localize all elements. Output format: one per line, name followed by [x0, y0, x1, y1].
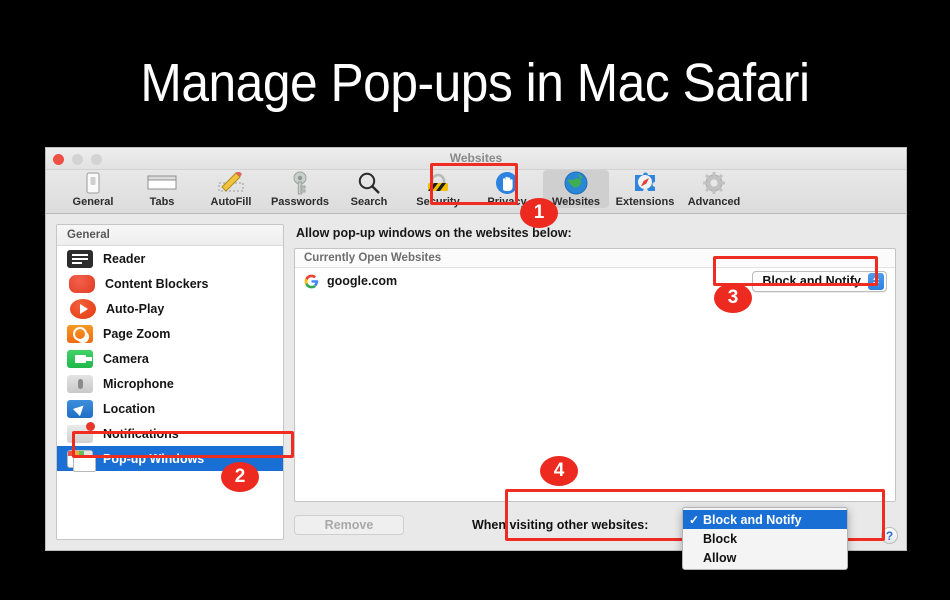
tab-tabs-label: Tabs: [149, 196, 175, 208]
extensions-icon: [632, 171, 658, 195]
window-title: Websites: [449, 151, 503, 165]
settings-main-panel: Allow pop-up windows on the websites bel…: [294, 224, 896, 570]
sidebar-item-notifications[interactable]: Notifications: [57, 421, 283, 446]
tab-extensions-label: Extensions: [615, 196, 675, 208]
camera-icon: [67, 349, 93, 368]
sidebar-item-content-blockers[interactable]: Content Blockers: [57, 271, 283, 296]
sidebar-item-page-zoom[interactable]: Page Zoom: [57, 321, 283, 346]
websites-list: Currently Open Websites google.com Block…: [294, 248, 896, 502]
menu-item-label: Allow: [703, 550, 737, 565]
sidebar-item-label: Location: [103, 401, 156, 416]
tab-tabs[interactable]: Tabs: [129, 170, 195, 208]
sidebar-item-label: Content Blockers: [105, 276, 209, 291]
tab-security[interactable]: Security: [405, 170, 471, 208]
general-icon: [83, 171, 103, 195]
tabs-icon: [147, 171, 177, 195]
menu-item-block[interactable]: Block: [683, 529, 847, 548]
sidebar-item-microphone[interactable]: Microphone: [57, 371, 283, 396]
menu-item-allow[interactable]: Allow: [683, 548, 847, 567]
tab-passwords[interactable]: Passwords: [267, 170, 333, 208]
menu-item-block-and-notify[interactable]: ✓ Block and Notify: [683, 510, 847, 529]
panel-footer: Remove When visiting other websites: ✓ B…: [294, 507, 896, 570]
security-icon: [425, 171, 451, 195]
page-title: Manage Pop-ups in Mac Safari: [140, 53, 810, 113]
tab-websites-label: Websites: [551, 196, 601, 208]
menu-item-label: Block and Notify: [703, 512, 802, 527]
tab-autofill-label: AutoFill: [210, 196, 252, 208]
sidebar-header: General: [57, 225, 283, 246]
list-section-header: Currently Open Websites: [295, 249, 895, 268]
site-name: google.com: [327, 274, 398, 288]
sidebar-item-label: Microphone: [103, 376, 174, 391]
annotation-badge-4: 4: [540, 456, 578, 486]
privacy-icon: [495, 171, 519, 195]
sidebar-item-label: Camera: [103, 351, 149, 366]
remove-button[interactable]: Remove: [294, 515, 404, 535]
check-icon: ✓: [689, 512, 700, 527]
menu-item-label: Block: [703, 531, 738, 546]
preferences-body: General Reader Content Blockers Auto-Pla…: [46, 214, 906, 570]
window-titlebar: Websites: [46, 148, 906, 170]
tab-extensions[interactable]: Extensions: [612, 170, 678, 208]
autofill-icon: [217, 171, 245, 195]
passwords-icon: [290, 171, 310, 195]
location-icon: [67, 399, 93, 418]
auto-play-icon: [70, 298, 96, 319]
popup-windows-icon: [67, 449, 96, 472]
annotation-badge-2: 2: [221, 462, 259, 492]
websites-icon: [564, 171, 588, 195]
sidebar-item-label: Notifications: [103, 426, 179, 441]
search-icon: [357, 171, 381, 195]
sidebar-item-label: Page Zoom: [103, 326, 171, 341]
notifications-icon: [67, 421, 95, 443]
other-websites-menu[interactable]: ✓ Block and Notify Block Allow: [682, 507, 848, 570]
safari-preferences-window: Websites General Tabs AutoFill Passwords…: [46, 148, 906, 570]
tab-general-label: General: [72, 196, 114, 208]
reader-icon: [67, 249, 93, 268]
sidebar-item-label: Auto-Play: [106, 301, 165, 316]
advanced-icon: [702, 171, 726, 195]
table-row[interactable]: google.com Block and Notify: [295, 268, 895, 294]
site-setting-value: Block and Notify: [762, 274, 861, 288]
tab-passwords-label: Passwords: [270, 196, 330, 208]
tab-search[interactable]: Search: [336, 170, 402, 208]
annotation-badge-1: 1: [520, 198, 558, 228]
microphone-icon: [67, 374, 93, 393]
sidebar-item-auto-play[interactable]: Auto-Play: [57, 296, 283, 321]
settings-sidebar: General Reader Content Blockers Auto-Pla…: [56, 224, 284, 540]
other-websites-label: When visiting other websites:: [472, 518, 649, 532]
chevron-updown-icon[interactable]: [868, 272, 884, 290]
tab-advanced-label: Advanced: [687, 196, 741, 208]
content-blockers-icon: [69, 274, 95, 293]
annotation-badge-3: 3: [714, 283, 752, 313]
google-icon: [304, 274, 319, 288]
sidebar-item-reader[interactable]: Reader: [57, 246, 283, 271]
sidebar-item-camera[interactable]: Camera: [57, 346, 283, 371]
tab-search-label: Search: [350, 196, 388, 208]
tab-advanced[interactable]: Advanced: [681, 170, 747, 208]
page-zoom-icon: [67, 324, 93, 343]
screenshot-root: Manage Pop-ups in Mac Safari Websites Ge…: [0, 0, 950, 600]
preferences-toolbar: General Tabs AutoFill Passwords Search S…: [46, 170, 906, 214]
sidebar-item-label: Reader: [103, 251, 146, 266]
site-setting-popup[interactable]: Block and Notify: [752, 270, 887, 292]
main-heading: Allow pop-up windows on the websites bel…: [296, 226, 572, 240]
help-button[interactable]: ?: [881, 527, 898, 544]
sidebar-item-label: Pop-up Windows: [103, 451, 205, 466]
tab-autofill[interactable]: AutoFill: [198, 170, 264, 208]
tab-security-label: Security: [416, 196, 460, 208]
sidebar-item-location[interactable]: Location: [57, 396, 283, 421]
tab-general[interactable]: General: [60, 170, 126, 208]
